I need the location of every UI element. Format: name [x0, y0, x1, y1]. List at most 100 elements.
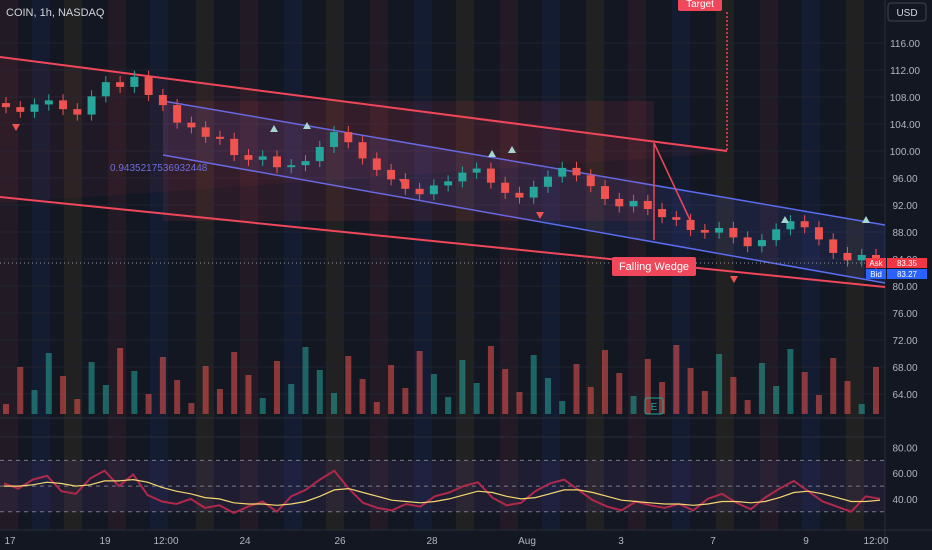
target-label: Target: [686, 0, 714, 10]
candle-body[interactable]: [230, 138, 239, 156]
candle-body[interactable]: [814, 227, 823, 240]
time-tick-label: 12:00: [153, 536, 178, 547]
volume-bar: [445, 397, 452, 414]
candle-body[interactable]: [515, 192, 524, 198]
candle-body[interactable]: [44, 100, 53, 105]
candle-body[interactable]: [87, 96, 96, 115]
candle-body[interactable]: [415, 188, 424, 195]
rsi-indicator: [0, 459, 885, 515]
volume-bar: [273, 361, 280, 414]
candle-body[interactable]: [601, 186, 610, 199]
candle-body[interactable]: [173, 105, 182, 123]
candle-body[interactable]: [658, 209, 667, 218]
volume-bar: [416, 351, 423, 414]
price-tick-label: 64.00: [892, 390, 917, 401]
candle-body[interactable]: [158, 94, 167, 106]
candle-body[interactable]: [672, 217, 681, 220]
candle-body[interactable]: [772, 229, 781, 241]
time-tick-label: 19: [99, 536, 111, 547]
volume-bar: [687, 368, 694, 414]
candle-body[interactable]: [372, 158, 381, 170]
candle-body[interactable]: [16, 107, 25, 112]
volume-bar: [516, 392, 523, 414]
candle-body[interactable]: [144, 76, 153, 95]
volume-bar: [744, 400, 751, 414]
candle-body[interactable]: [458, 172, 467, 182]
time-tick-label: 7: [710, 536, 716, 547]
candle-body[interactable]: [857, 254, 866, 261]
volume-bar: [216, 389, 223, 414]
candle-body[interactable]: [572, 167, 581, 176]
candle-body[interactable]: [59, 100, 68, 110]
volume-bar: [602, 350, 609, 414]
candle-body[interactable]: [358, 142, 367, 159]
volume-bar: [873, 367, 879, 414]
volume-bar: [758, 363, 765, 414]
session-stripe: [196, 0, 214, 530]
candle-body[interactable]: [686, 219, 695, 230]
candle-body[interactable]: [472, 168, 481, 173]
ask-price: 83.35: [897, 259, 918, 268]
candle-body[interactable]: [444, 181, 453, 186]
rsi-axis[interactable]: 80.00 60.00 40.00: [892, 444, 917, 506]
candle-body[interactable]: [330, 132, 339, 147]
candle-body[interactable]: [301, 161, 310, 166]
candle-body[interactable]: [116, 82, 125, 87]
time-tick-label: 9: [803, 536, 809, 547]
candle-body[interactable]: [258, 156, 267, 160]
candle-body[interactable]: [244, 155, 253, 160]
volume-bar: [60, 376, 67, 414]
price-tick-label: 88.00: [892, 228, 917, 239]
symbol-title[interactable]: COIN, 1h, NASDAQ: [6, 7, 105, 19]
volume-bar: [102, 385, 109, 414]
volume-bar: [174, 380, 181, 414]
candle-body[interactable]: [501, 182, 510, 193]
candle-body[interactable]: [201, 127, 210, 137]
time-tick-label: Aug: [518, 536, 536, 547]
candle-body[interactable]: [2, 103, 10, 108]
range-shade: [163, 101, 654, 221]
volume-bar: [388, 365, 395, 414]
candle-body[interactable]: [30, 104, 39, 112]
candle-body[interactable]: [344, 132, 353, 143]
candle-body[interactable]: [715, 227, 724, 233]
volume-bar: [430, 374, 437, 414]
candle-body[interactable]: [429, 185, 438, 195]
candle-body[interactable]: [643, 200, 652, 210]
candle-body[interactable]: [187, 122, 196, 128]
candle-body[interactable]: [73, 109, 82, 115]
candle-body[interactable]: [729, 227, 738, 238]
time-tick-label: 26: [334, 536, 346, 547]
candle-body[interactable]: [529, 186, 538, 198]
candle-body[interactable]: [486, 168, 495, 183]
volume-bar: [74, 399, 81, 414]
candle-body[interactable]: [287, 165, 296, 168]
candle-body[interactable]: [315, 146, 324, 162]
candle-body[interactable]: [543, 176, 552, 187]
candle-body[interactable]: [743, 237, 752, 247]
session-stripe: [414, 0, 432, 530]
candle-body[interactable]: [629, 200, 638, 207]
candle-body[interactable]: [586, 175, 595, 187]
candle-body[interactable]: [843, 252, 852, 261]
candle-body[interactable]: [829, 239, 838, 253]
candle-body[interactable]: [387, 169, 396, 180]
candle-body[interactable]: [615, 198, 624, 207]
candle-body[interactable]: [800, 221, 809, 228]
candle-body[interactable]: [272, 156, 281, 168]
candle-body[interactable]: [130, 76, 139, 87]
trading-chart[interactable]: COIN, 1h, NASDAQ USD Target Falling Wedg…: [0, 0, 932, 550]
fib-value-label: 0.9435217536932448: [110, 163, 208, 174]
session-stripe: [326, 0, 344, 530]
volume-bar: [3, 404, 9, 414]
volume-bar: [787, 349, 794, 414]
price-tick-label: 100.00: [890, 147, 921, 158]
candle-body[interactable]: [700, 229, 709, 233]
candle-body[interactable]: [558, 167, 567, 177]
candle-body[interactable]: [215, 136, 224, 139]
candle-body[interactable]: [101, 82, 110, 97]
volume-bar: [316, 370, 323, 414]
volume-bar: [288, 384, 295, 414]
candle-body[interactable]: [757, 240, 766, 247]
time-tick-label: 28: [426, 536, 438, 547]
